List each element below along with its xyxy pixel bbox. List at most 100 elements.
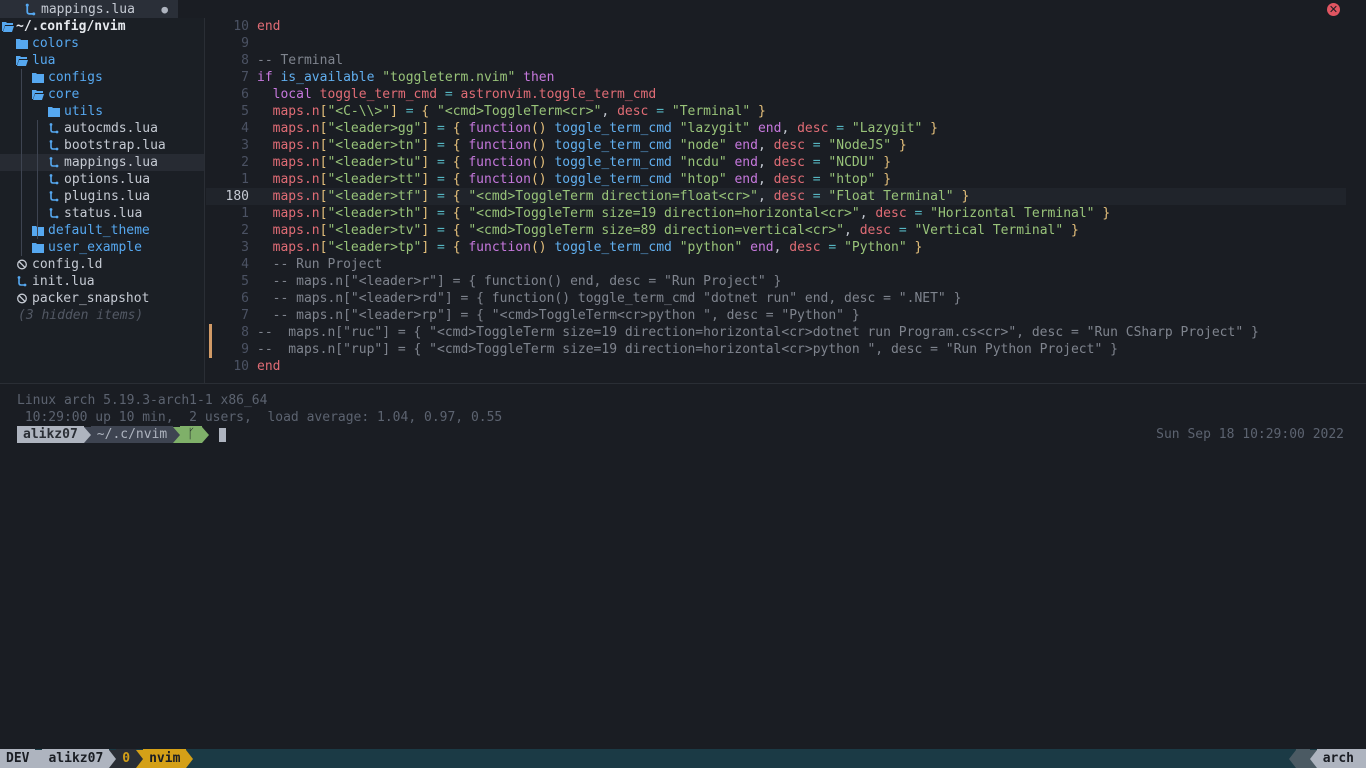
tree-item-plugins-lua[interactable]: plugins.lua: [0, 188, 204, 205]
folder-open-icon: [16, 56, 28, 66]
session-name[interactable]: DEV: [0, 749, 36, 768]
code-token: =: [898, 223, 915, 238]
code-line[interactable]: 4 maps.n["<leader>gg"] = { function() to…: [206, 120, 1346, 137]
code-token: maps.n: [272, 155, 320, 170]
terminal-cursor: [219, 427, 227, 442]
code-line[interactable]: 5 -- maps.n["<leader>r"] = { function() …: [206, 273, 1346, 290]
status-separator-icon: [1309, 749, 1317, 768]
tree-item-default-theme[interactable]: default_theme: [0, 222, 204, 239]
code-token: if: [257, 70, 281, 85]
tree-item-init-lua[interactable]: init.lua: [0, 273, 204, 290]
indent-guide: [21, 69, 22, 256]
code-line[interactable]: 10 end: [206, 18, 1346, 35]
code-token: =: [429, 172, 453, 187]
tree-item-packer-snapshot[interactable]: packer_snapshot: [0, 290, 204, 307]
code-token: toggle_term_cmd: [546, 138, 680, 153]
line-number: 5: [241, 274, 249, 289]
code-line[interactable]: 3 maps.n["<leader>tp"] = { function() to…: [206, 239, 1346, 256]
prompt-user: alikz07: [17, 426, 84, 443]
tab-mappings-lua[interactable]: mappings.lua ●: [0, 0, 178, 18]
close-icon[interactable]: ✕: [1327, 3, 1340, 16]
code-token: "<leader>tp": [327, 240, 422, 255]
code-line[interactable]: 1 maps.n["<leader>tt"] = { function() to…: [206, 171, 1346, 188]
code-token: "node": [679, 138, 727, 153]
code-token: {: [421, 104, 438, 119]
code-token: =: [812, 155, 829, 170]
code-token: ,: [757, 172, 774, 187]
line-number: 10: [233, 359, 249, 374]
code-token: maps.n: [272, 223, 320, 238]
tree-item-autocmds-lua[interactable]: autocmds.lua: [0, 120, 204, 137]
code-token: "python": [679, 240, 743, 255]
tree-item-core[interactable]: core: [0, 86, 204, 103]
lua-file-icon: [49, 208, 59, 219]
line-number: 4: [241, 121, 249, 136]
code-token: desc: [773, 172, 813, 187]
code-line[interactable]: 7 if is_available "toggleterm.nvim" then: [206, 69, 1346, 86]
editor-scrollbar[interactable]: [1346, 18, 1366, 383]
code-line[interactable]: 8 -- Terminal: [206, 52, 1346, 69]
tree-root-label: ~/.config/nvim: [16, 19, 126, 34]
tree-item-lua[interactable]: lua: [0, 52, 204, 69]
tree-item-label: packer_snapshot: [32, 291, 150, 306]
code-token: desc: [797, 121, 837, 136]
tree-item-configs[interactable]: configs: [0, 69, 204, 86]
tree-item-mappings-lua[interactable]: mappings.lua: [0, 154, 204, 171]
code-line[interactable]: 3 maps.n["<leader>tn"] = { function() to…: [206, 137, 1346, 154]
tree-root[interactable]: ~/.config/nvim: [0, 18, 204, 35]
tree-item-user-example[interactable]: user_example: [0, 239, 204, 256]
code-token: =: [812, 189, 829, 204]
code-token: }: [1063, 223, 1079, 238]
window-index[interactable]: 0: [116, 749, 137, 768]
code-line[interactable]: 9: [206, 35, 1346, 52]
tree-item-options-lua[interactable]: options.lua: [0, 171, 204, 188]
code-text: maps.n["<leader>tu"] = { function() togg…: [257, 154, 891, 171]
window-name[interactable]: nvim: [143, 749, 187, 768]
lua-file-icon: [17, 276, 27, 287]
line-number: 180: [225, 189, 249, 204]
line-number: 7: [241, 308, 249, 323]
code-line[interactable]: 2 maps.n["<leader>tv"] = { "<cmd>ToggleT…: [206, 222, 1346, 239]
tmux-status-bar: DEV alikz07 0 nvim arch: [0, 749, 1366, 768]
tree-item-config-ld[interactable]: config.ld: [0, 256, 204, 273]
code-text: local toggle_term_cmd = astronvim.toggle…: [257, 86, 657, 103]
tree-item-label: config.ld: [32, 257, 103, 272]
code-line[interactable]: 1 maps.n["<leader>th"] = { "<cmd>ToggleT…: [206, 205, 1346, 222]
code-token: ,: [757, 138, 774, 153]
code-token: "<leader>tu": [327, 155, 422, 170]
code-line[interactable]: 7 -- maps.n["<leader>rp"] = { "<cmd>Togg…: [206, 307, 1346, 324]
code-line[interactable]: 9 -- maps.n["rup"] = { "<cmd>ToggleTerm s…: [206, 341, 1346, 358]
code-editor[interactable]: 10 end 9 8 -- Terminal 7 if is_available "togg…: [206, 18, 1346, 383]
code-token: desc: [773, 155, 813, 170]
tree-item-colors[interactable]: colors: [0, 35, 204, 52]
hidden-items-note[interactable]: (3 hidden items): [0, 307, 204, 324]
code-text: -- maps.n["<leader>r"] = { function() en…: [257, 273, 782, 290]
prompt-path: ~/.c/nvim: [90, 426, 174, 443]
tree-item-bootstrap-lua[interactable]: bootstrap.lua: [0, 137, 204, 154]
code-token: "<leader>tf": [327, 189, 422, 204]
tree-item-label: bootstrap.lua: [64, 138, 166, 153]
code-line[interactable]: 180 maps.n["<leader>tf"] = { "<cmd>Toggl…: [206, 188, 1346, 205]
code-line[interactable]: 10 end: [206, 358, 1346, 375]
line-number: 3: [241, 240, 249, 255]
code-token: {: [452, 172, 469, 187]
tree-item-status-lua[interactable]: status.lua: [0, 205, 204, 222]
modified-indicator-icon: ●: [161, 3, 168, 16]
line-number: 10: [233, 19, 249, 34]
tree-item-utils[interactable]: utils: [0, 103, 204, 120]
tree-item-label: status.lua: [64, 206, 143, 221]
code-line[interactable]: 8 -- maps.n["ruc"] = { "<cmd>ToggleTerm s…: [206, 324, 1346, 341]
code-token: {: [452, 206, 469, 221]
hidden-items-label: (3 hidden items): [18, 308, 144, 323]
code-line[interactable]: 5 maps.n["<C-\\>"] = { "<cmd>ToggleTerm<…: [206, 103, 1346, 120]
code-line[interactable]: 6 local toggle_term_cmd = astronvim.togg…: [206, 86, 1346, 103]
code-token: "<leader>gg": [327, 121, 422, 136]
code-line[interactable]: 6 -- maps.n["<leader>rd"] = { function()…: [206, 290, 1346, 307]
code-line[interactable]: 4 -- Run Project: [206, 256, 1346, 273]
tree-item-label: default_theme: [48, 223, 150, 238]
code-token: toggle_term_cmd: [546, 172, 680, 187]
terminal-pane[interactable]: Linux arch 5.19.3-arch1-1 x86_64 10:29:0…: [0, 383, 1366, 749]
code-line[interactable]: 2 maps.n["<leader>tu"] = { function() to…: [206, 154, 1346, 171]
